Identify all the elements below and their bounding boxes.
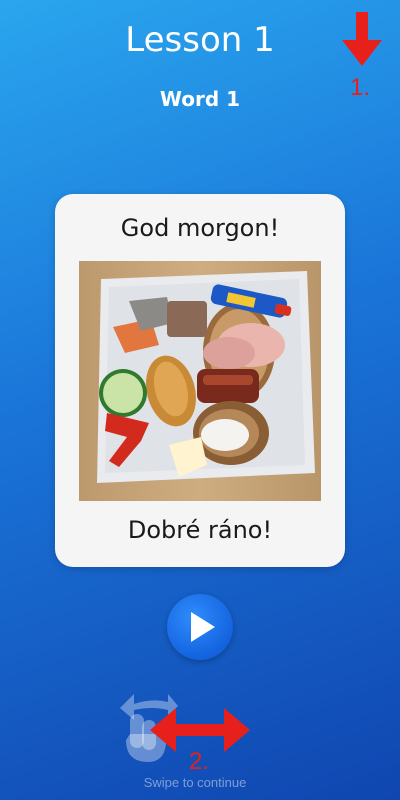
swipe-hint: Swipe to continue (143, 775, 247, 790)
play-audio-button[interactable] (167, 594, 233, 660)
play-icon (191, 612, 215, 642)
annotation-marker-1: 1. (350, 74, 371, 101)
annotation-arrow-down-icon (342, 12, 382, 66)
annotation-double-arrow-icon (150, 708, 250, 752)
word-title: Word 1 (159, 87, 241, 111)
flashcard[interactable]: God morgon! Dobré ráno! (55, 194, 345, 567)
target-phrase: Dobré ráno! (127, 516, 273, 544)
source-phrase: God morgon! (120, 214, 280, 242)
annotation-marker-2: 2. (189, 748, 210, 775)
breakfast-plate-image (79, 261, 321, 501)
